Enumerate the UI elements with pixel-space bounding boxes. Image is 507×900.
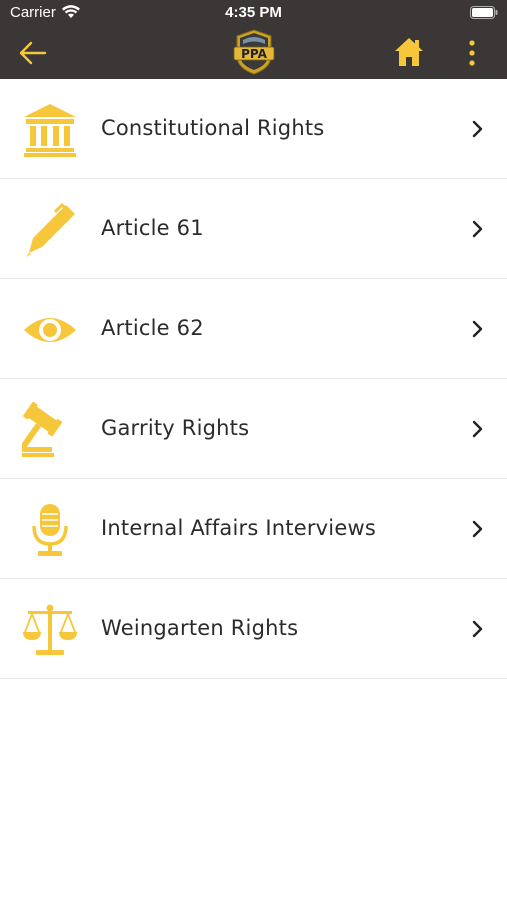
menu-item-label: Garrity Rights <box>101 416 250 440</box>
pen-icon <box>26 202 75 257</box>
menu-item-label: Article 62 <box>101 316 204 340</box>
more-options-icon[interactable] <box>462 38 482 68</box>
menu-item-internal-affairs-interviews[interactable]: Internal Affairs Interviews <box>0 479 507 579</box>
chevron-right-icon <box>472 220 483 238</box>
ppa-logo: PPA <box>233 29 275 75</box>
menu-item-article-61[interactable]: Article 61 <box>0 179 507 279</box>
menu-item-garrity-rights[interactable]: Garrity Rights <box>0 379 507 479</box>
chevron-right-icon <box>472 620 483 638</box>
status-bar: Carrier 4:35 PM <box>0 0 507 28</box>
gavel-icon <box>22 402 63 457</box>
menu-item-label: Weingarten Rights <box>101 616 299 640</box>
chevron-right-icon <box>472 420 483 438</box>
menu-item-article-62[interactable]: Article 62 <box>0 279 507 379</box>
menu-item-label: Constitutional Rights <box>101 116 325 140</box>
app-header: Carrier 4:35 PM PPA <box>0 0 507 79</box>
microphone-icon <box>32 504 68 556</box>
menu-item-weingarten-rights[interactable]: Weingarten Rights <box>0 579 507 679</box>
menu-item-label: Article 61 <box>101 216 204 240</box>
back-arrow-icon[interactable] <box>18 38 48 68</box>
rights-menu-list: Constitutional Rights Article 61 Article… <box>0 79 507 679</box>
menu-item-constitutional-rights[interactable]: Constitutional Rights <box>0 79 507 179</box>
chevron-right-icon <box>472 520 483 538</box>
clock: 4:35 PM <box>225 4 282 21</box>
scales-icon <box>23 604 77 655</box>
logo-text: PPA <box>241 47 267 61</box>
eye-icon <box>24 318 76 342</box>
home-icon[interactable] <box>393 36 425 68</box>
chevron-right-icon <box>472 320 483 338</box>
menu-item-label: Internal Affairs Interviews <box>101 516 376 540</box>
courthouse-icon <box>24 104 76 157</box>
battery-icon <box>470 6 498 19</box>
chevron-right-icon <box>472 120 483 138</box>
